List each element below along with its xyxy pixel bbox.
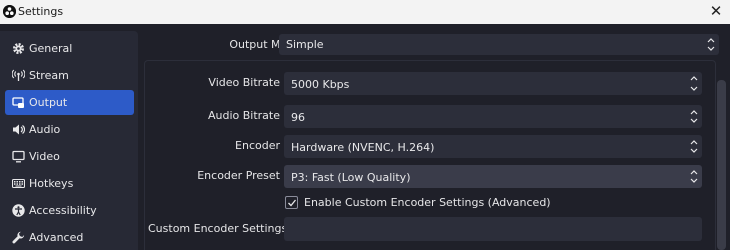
sidebar-item-video[interactable]: Video xyxy=(5,144,134,169)
sidebar-item-label: Advanced xyxy=(29,231,84,244)
sidebar-item-output[interactable]: Output xyxy=(5,90,134,115)
monitor-icon xyxy=(12,150,25,163)
accessibility-icon xyxy=(12,204,25,217)
custom-encoder-settings-checkbox-label: Enable Custom Encoder Settings (Advanced… xyxy=(304,196,551,209)
window-title: Settings xyxy=(18,5,64,18)
audio-bitrate-select[interactable]: 96 xyxy=(284,105,702,128)
chevron-up-down-icon xyxy=(686,105,702,128)
wrench-icon xyxy=(12,231,25,244)
custom-encoder-settings-checkbox[interactable] xyxy=(285,196,298,209)
sidebar-item-label: Output xyxy=(29,96,68,109)
sidebar-item-stream[interactable]: Stream xyxy=(5,63,134,88)
custom-encoder-settings-label: Custom Encoder Settings xyxy=(148,222,288,235)
output-mode-value: Simple xyxy=(286,38,324,51)
encoder-value: Hardware (NVENC, H.264) xyxy=(291,141,435,154)
audio-bitrate-label: Audio Bitrate xyxy=(207,109,280,122)
video-bitrate-spinbox[interactable]: 5000 Kbps xyxy=(284,72,702,95)
custom-encoder-settings-input[interactable] xyxy=(284,217,702,241)
output-settings-panel: Output Mode Simple Video Bitrate 5000 Kb… xyxy=(138,24,730,250)
title-bar: Settings ✕ xyxy=(0,0,730,24)
sidebar-item-label: Stream xyxy=(29,69,69,82)
custom-encoder-settings-checkbox-row[interactable]: Enable Custom Encoder Settings (Advanced… xyxy=(285,196,551,210)
chevron-up-down-icon xyxy=(686,165,702,188)
sidebar-item-general[interactable]: General xyxy=(5,36,134,61)
close-icon[interactable]: ✕ xyxy=(702,0,730,24)
obs-logo-icon xyxy=(3,5,16,18)
sidebar-item-label: Hotkeys xyxy=(29,177,74,190)
antenna-icon xyxy=(12,69,25,82)
sidebar-item-advanced[interactable]: Advanced xyxy=(5,225,134,250)
chevron-up-down-icon xyxy=(703,34,719,55)
encoder-label: Encoder xyxy=(235,139,280,152)
sidebar-item-label: Accessibility xyxy=(29,204,97,217)
audio-bitrate-value: 96 xyxy=(291,111,305,124)
sidebar-item-label: Audio xyxy=(29,123,61,136)
chevron-up-down-icon xyxy=(686,135,702,158)
sidebar-item-label: Video xyxy=(29,150,60,163)
sidebar-item-hotkeys[interactable]: Hotkeys xyxy=(5,171,134,196)
settings-sidebar: General Stream Output Audio Video Hotkey… xyxy=(0,31,138,250)
gear-icon xyxy=(12,42,25,55)
encoder-select[interactable]: Hardware (NVENC, H.264) xyxy=(284,135,702,158)
video-bitrate-label: Video Bitrate xyxy=(208,76,280,89)
video-bitrate-value: 5000 Kbps xyxy=(291,78,350,91)
sidebar-item-audio[interactable]: Audio xyxy=(5,117,134,142)
output-mode-select[interactable]: Simple xyxy=(279,34,719,55)
sidebar-item-label: General xyxy=(29,42,73,55)
encoder-preset-label: Encoder Preset xyxy=(197,169,280,182)
sidebar-item-accessibility[interactable]: Accessibility xyxy=(5,198,134,223)
keyboard-icon xyxy=(12,177,25,190)
spin-arrows-icon[interactable] xyxy=(686,72,702,95)
output-icon xyxy=(12,96,25,109)
encoder-preset-select[interactable]: P3: Fast (Low Quality) xyxy=(284,165,702,188)
vertical-scrollbar[interactable] xyxy=(717,80,726,250)
encoder-preset-value: P3: Fast (Low Quality) xyxy=(291,171,411,184)
speaker-icon xyxy=(12,123,25,136)
